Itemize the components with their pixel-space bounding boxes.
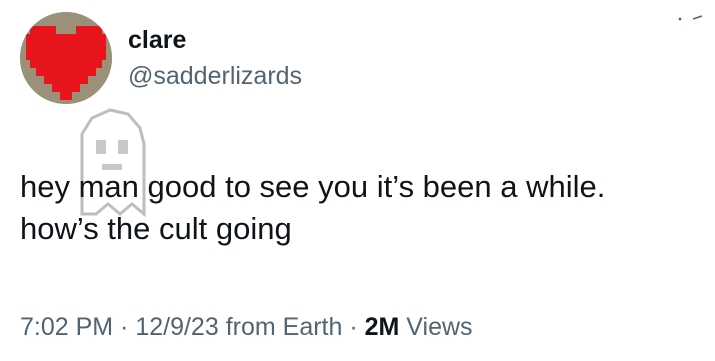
tweet-date[interactable]: 12/9/23 (135, 313, 218, 341)
tweet-text-line: hey man good to see you it’s been a whil… (20, 169, 606, 204)
tweet-text: hey man good to see you it’s been a whil… (20, 166, 700, 250)
avatar[interactable] (20, 12, 112, 104)
views-count[interactable]: 2M (365, 313, 400, 341)
meta-separator: · (342, 313, 365, 341)
display-name[interactable]: clare (128, 24, 302, 56)
views-label[interactable]: Views (399, 313, 472, 341)
pixel-heart-icon (20, 12, 112, 104)
tweet-time[interactable]: 7:02 PM (20, 313, 113, 341)
tweet-meta: 7:02 PM · 12/9/23 from Earth · 2M Views (20, 311, 473, 343)
author-block[interactable]: clare @sadderlizards (128, 24, 302, 92)
tweet-card: clare @sadderlizards hey man good to see… (0, 0, 715, 361)
tweet-text-line: how’s the cult going (20, 211, 292, 246)
more-options-icon[interactable] (677, 14, 703, 24)
user-handle[interactable]: @sadderlizards (128, 60, 302, 92)
tweet-source: from Earth (218, 313, 343, 341)
meta-separator: · (113, 313, 136, 341)
